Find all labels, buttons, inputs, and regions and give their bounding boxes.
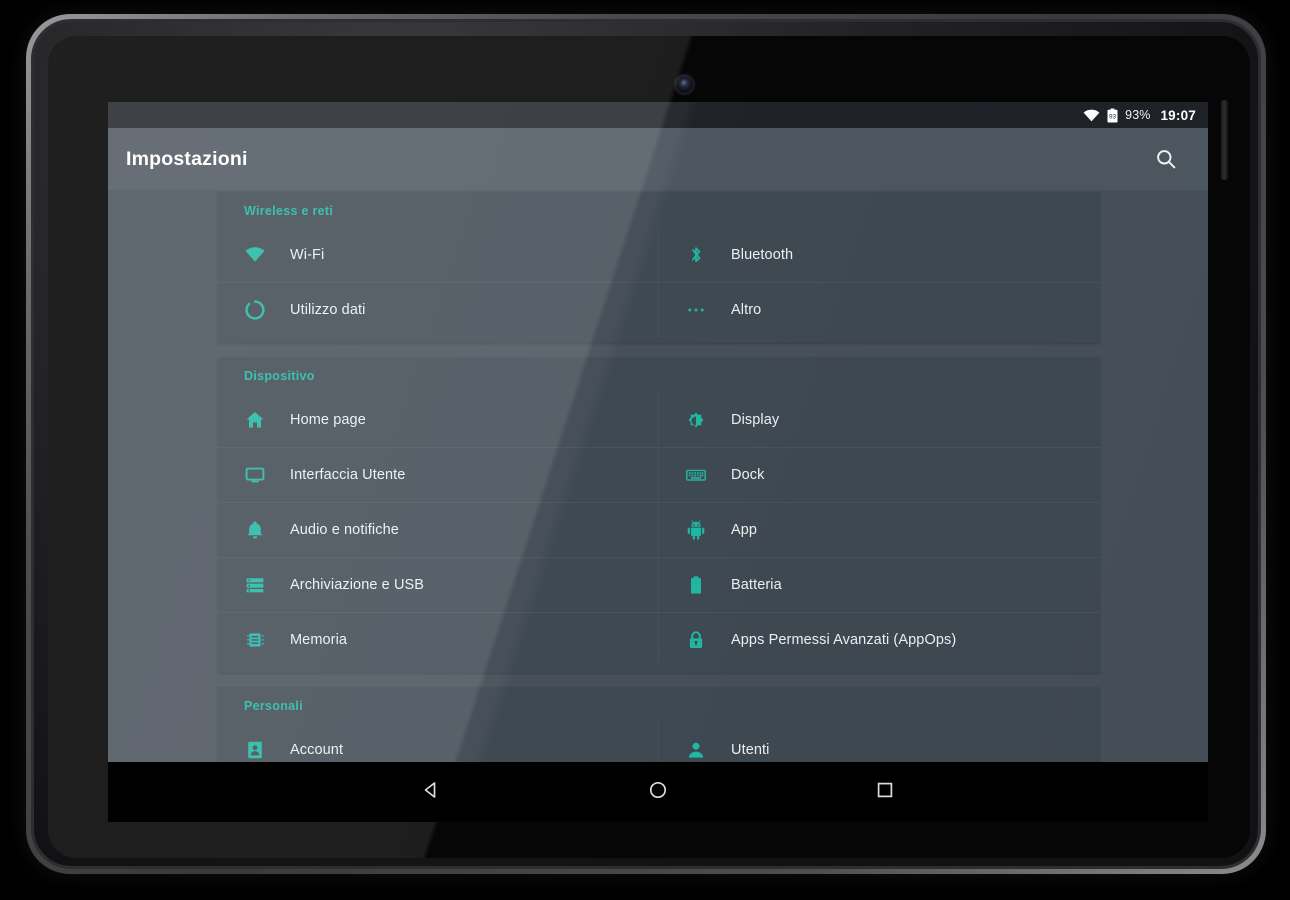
section-columns: Home page Interfaccia Utente Audio e notif…	[218, 392, 1100, 667]
settings-row[interactable]: Wi-Fi	[218, 227, 658, 282]
settings-row-label: Home page	[290, 412, 366, 428]
settings-row[interactable]: Account	[218, 722, 658, 762]
settings-row-label: App	[731, 522, 757, 538]
settings-row[interactable]: Home page	[218, 392, 658, 447]
settings-row-label: Utilizzo dati	[290, 302, 365, 318]
settings-row-label: Wi-Fi	[290, 247, 324, 263]
android-robot-icon	[685, 519, 719, 541]
settings-column-left: Account	[218, 722, 659, 762]
settings-row[interactable]: App	[659, 502, 1100, 557]
section-header: Personali	[218, 687, 1100, 722]
tablet-screen: 93 93% 19:07 Impostazioni	[108, 102, 1208, 762]
settings-row[interactable]: Utilizzo dati	[218, 282, 658, 337]
settings-row[interactable]: Display	[659, 392, 1100, 447]
account-card-icon	[244, 739, 278, 761]
settings-card: Wireless e reti Wi-Fi Utilizzo dati Bluetoo…	[218, 192, 1100, 343]
bluetooth-icon	[685, 244, 719, 266]
settings-row-label: Audio e notifiche	[290, 522, 399, 538]
recents-square-icon[interactable]	[863, 772, 907, 808]
settings-row[interactable]: Interfaccia Utente	[218, 447, 658, 502]
settings-row-label: Utenti	[731, 742, 769, 758]
settings-row[interactable]: Utenti	[659, 722, 1100, 762]
battery-icon	[685, 574, 719, 596]
home-circle-icon[interactable]	[636, 772, 680, 808]
settings-row-label: Memoria	[290, 632, 347, 648]
search-icon[interactable]	[1146, 139, 1186, 179]
settings-column-right: Display Dock App Batteria Apps Permessi Avan…	[659, 392, 1100, 667]
settings-row-label: Account	[290, 742, 343, 758]
tablet-device-frame: 93 93% 19:07 Impostazioni	[26, 14, 1266, 874]
settings-row-label: Display	[731, 412, 779, 428]
settings-row-label: Apps Permessi Avanzati (AppOps)	[731, 632, 956, 648]
back-triangle-icon[interactable]	[409, 772, 453, 808]
status-bar: 93 93% 19:07	[108, 102, 1208, 128]
section-columns: Account Utenti	[218, 722, 1100, 762]
power-button[interactable]	[1221, 100, 1228, 180]
settings-row[interactable]: Batteria	[659, 557, 1100, 612]
brightness-icon	[685, 409, 719, 431]
lock-icon	[685, 629, 719, 651]
monitor-icon	[244, 464, 278, 486]
keyboard-icon	[685, 464, 719, 486]
settings-row[interactable]: Altro	[659, 282, 1100, 337]
settings-row[interactable]: Memoria	[218, 612, 658, 667]
settings-card: Dispositivo Home page Interfaccia Utente Au…	[218, 357, 1100, 673]
storage-icon	[244, 574, 278, 596]
bell-icon	[244, 519, 278, 541]
more-horizontal-icon	[685, 299, 719, 321]
settings-row[interactable]: Archiviazione e USB	[218, 557, 658, 612]
settings-row-label: Bluetooth	[731, 247, 793, 263]
settings-row-label: Altro	[731, 302, 761, 318]
settings-row-label: Interfaccia Utente	[290, 467, 405, 483]
settings-column-right: Utenti	[659, 722, 1100, 762]
navigation-bar	[108, 762, 1208, 822]
section-columns: Wi-Fi Utilizzo dati Bluetooth Altro	[218, 227, 1100, 337]
person-icon	[685, 739, 719, 761]
battery-level-text: 93	[1109, 113, 1117, 120]
battery-percent-label: 93%	[1125, 108, 1150, 122]
section-header: Wireless e reti	[218, 192, 1100, 227]
settings-card: Personali Account Utenti	[218, 687, 1100, 762]
section-header: Dispositivo	[218, 357, 1100, 392]
action-bar: Impostazioni	[108, 128, 1208, 190]
wifi-icon	[244, 244, 278, 266]
settings-row[interactable]: Apps Permessi Avanzati (AppOps)	[659, 612, 1100, 667]
page-title: Impostazioni	[126, 148, 248, 171]
settings-row[interactable]: Bluetooth	[659, 227, 1100, 282]
settings-column-left: Home page Interfaccia Utente Audio e notif…	[218, 392, 659, 667]
battery-icon: 93	[1107, 108, 1118, 123]
home-icon	[244, 409, 278, 431]
front-camera-icon	[675, 75, 694, 94]
settings-row[interactable]: Dock	[659, 447, 1100, 502]
settings-column-left: Wi-Fi Utilizzo dati	[218, 227, 659, 337]
status-clock: 19:07	[1160, 108, 1196, 123]
tablet-inner-bezel: 93 93% 19:07 Impostazioni	[34, 22, 1258, 866]
settings-list[interactable]: Wireless e reti Wi-Fi Utilizzo dati Bluetoo…	[108, 190, 1208, 762]
wifi-icon	[1083, 109, 1100, 122]
settings-row-label: Batteria	[731, 577, 782, 593]
settings-row-label: Dock	[731, 467, 764, 483]
settings-row-label: Archiviazione e USB	[290, 577, 424, 593]
memory-chip-icon	[244, 629, 278, 651]
settings-column-right: Bluetooth Altro	[659, 227, 1100, 337]
tablet-body: 93 93% 19:07 Impostazioni	[31, 19, 1261, 869]
data-usage-icon	[244, 299, 278, 321]
settings-row[interactable]: Audio e notifiche	[218, 502, 658, 557]
